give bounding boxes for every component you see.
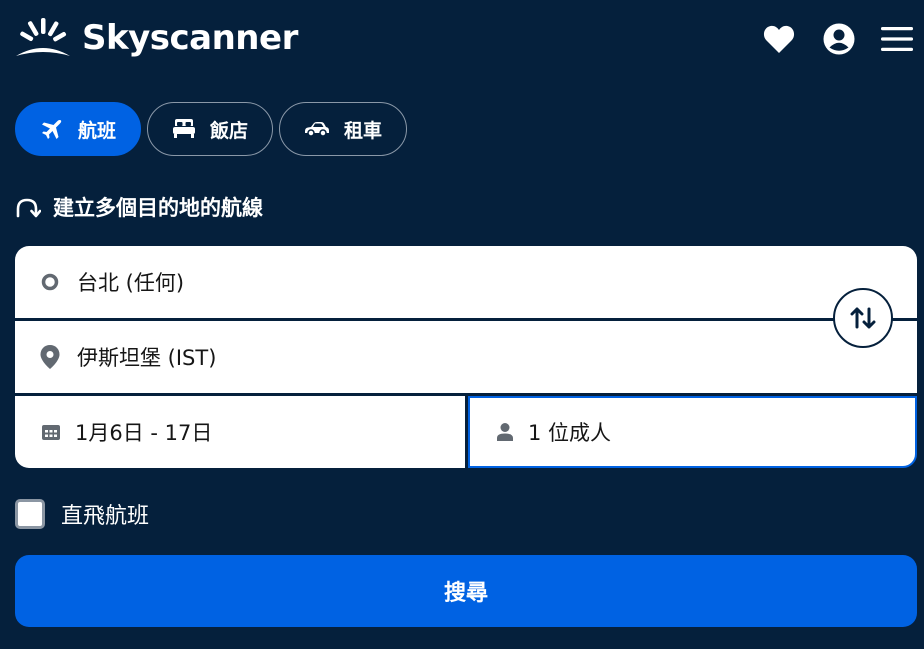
tab-label: 航班 bbox=[78, 119, 117, 142]
person-icon bbox=[497, 423, 513, 441]
direct-flights-label: 直飛航班 bbox=[61, 504, 150, 529]
bed-icon bbox=[173, 119, 196, 138]
origin-circle-icon bbox=[41, 273, 59, 291]
origin-value: 台北 (任何) bbox=[77, 271, 185, 295]
search-button-label: 搜尋 bbox=[443, 581, 488, 606]
destination-value: 伊斯坦堡 (IST) bbox=[77, 346, 217, 370]
tab-label: 租車 bbox=[344, 119, 383, 142]
location-pin-icon bbox=[40, 345, 60, 369]
account-icon[interactable] bbox=[822, 22, 856, 56]
direct-flights-checkbox[interactable] bbox=[15, 499, 45, 529]
direct-flights-option[interactable]: 直飛航班 bbox=[15, 498, 149, 530]
menu-icon[interactable] bbox=[880, 22, 914, 56]
calendar-icon bbox=[42, 425, 60, 440]
dates-value: 1月6日 - 17日 bbox=[75, 421, 213, 445]
tab-flights[interactable]: 航班 bbox=[15, 102, 142, 156]
travellers-value: 1 位成人 bbox=[528, 421, 612, 445]
swap-button[interactable] bbox=[833, 288, 893, 348]
destination-field[interactable]: 伊斯坦堡 (IST) bbox=[15, 321, 917, 393]
dates-field[interactable]: 1月6日 - 17日 bbox=[15, 396, 465, 468]
heart-icon[interactable] bbox=[762, 22, 796, 56]
multi-route-icon bbox=[16, 198, 41, 218]
header: Skyscanner bbox=[0, 0, 924, 84]
plane-icon bbox=[42, 119, 62, 139]
skyscanner-logo[interactable]: Skyscanner bbox=[14, 18, 298, 58]
origin-field[interactable]: 台北 (任何) bbox=[15, 246, 917, 318]
travellers-field[interactable]: 1 位成人 bbox=[468, 396, 917, 468]
search-button[interactable]: 搜尋 bbox=[15, 555, 917, 627]
car-icon bbox=[305, 122, 330, 137]
multi-city-link[interactable]: 建立多個目的地的航線 bbox=[15, 192, 263, 222]
tab-label: 飯店 bbox=[210, 119, 249, 142]
brand-name: Skyscanner bbox=[82, 18, 298, 58]
swap-arrows-icon bbox=[850, 307, 876, 329]
multi-city-label: 建立多個目的地的航線 bbox=[53, 196, 263, 220]
tab-hotels[interactable]: 飯店 bbox=[147, 102, 274, 156]
search-type-tabs: 航班 飯店 租車 bbox=[15, 102, 408, 156]
tab-car-hire[interactable]: 租車 bbox=[279, 102, 408, 156]
sunrise-logo-icon bbox=[16, 18, 70, 56]
